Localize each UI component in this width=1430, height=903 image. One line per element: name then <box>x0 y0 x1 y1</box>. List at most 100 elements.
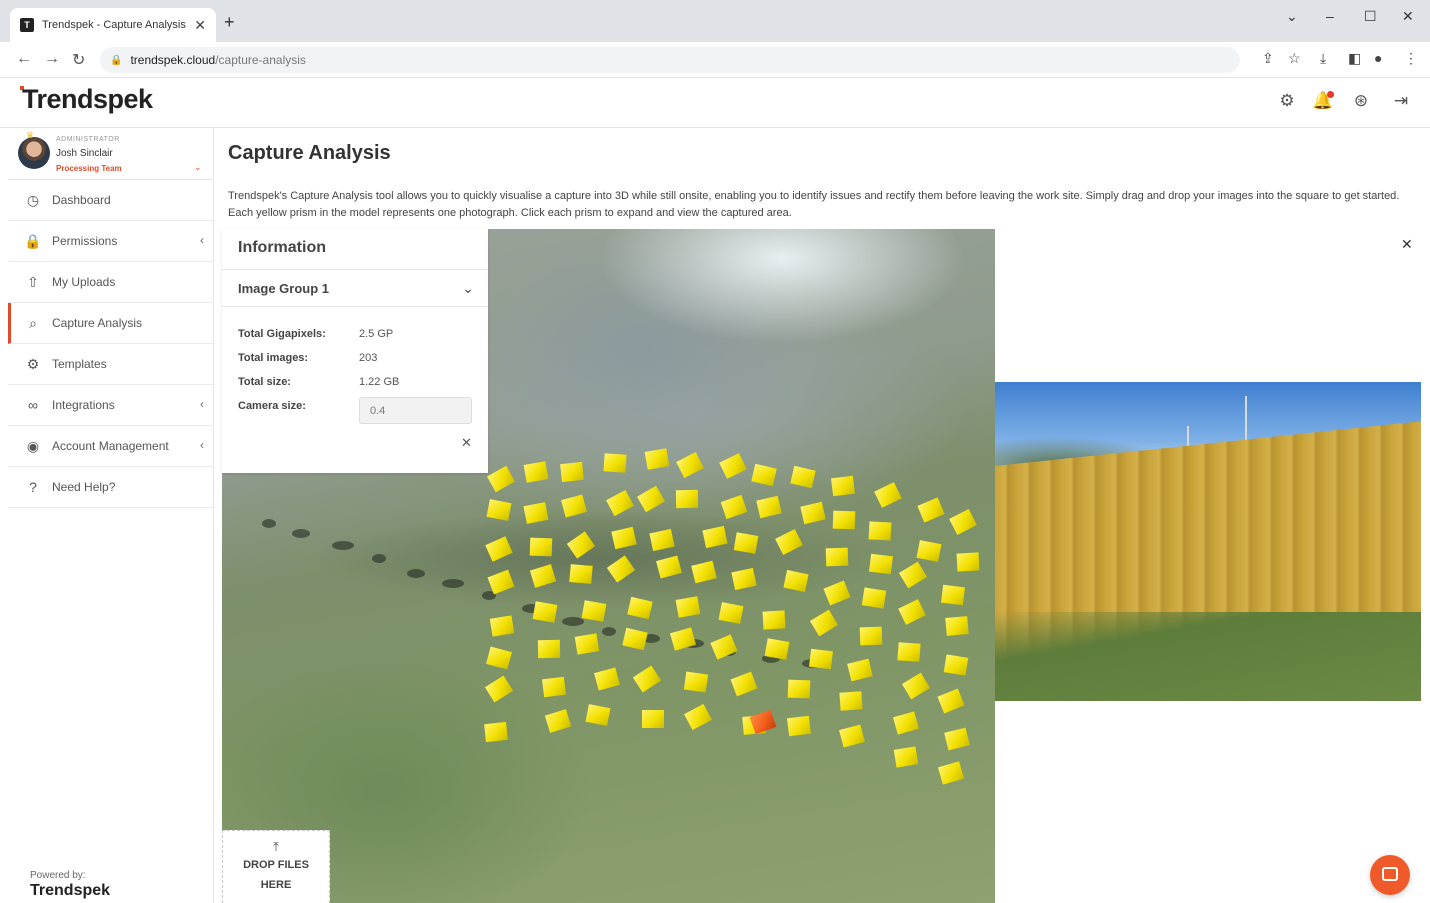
camera-prism[interactable] <box>486 646 513 670</box>
tab-search-icon[interactable]: ⌄ <box>1286 8 1298 25</box>
drop-files-zone[interactable]: ⤒ DROP FILES HERE <box>222 830 330 903</box>
browser-tab[interactable]: T Trendspek - Capture Analysis ✕ <box>10 8 216 42</box>
camera-prism[interactable] <box>733 532 759 554</box>
back-icon[interactable]: ← <box>16 50 32 68</box>
selected-camera-prism[interactable] <box>749 709 777 735</box>
bell-icon[interactable]: 🔔 <box>1312 90 1334 112</box>
forward-icon[interactable]: → <box>44 50 60 68</box>
camera-prism[interactable] <box>529 537 553 556</box>
sidebar-item-capture-analysis[interactable]: ⌕ Capture Analysis <box>8 303 214 344</box>
close-icon[interactable]: ✕ <box>1401 236 1413 253</box>
camera-prism[interactable] <box>641 709 664 728</box>
camera-prism[interactable] <box>944 616 969 636</box>
camera-prism[interactable] <box>943 654 968 676</box>
download-icon[interactable]: ⤓ <box>1320 50 1326 67</box>
camera-prism[interactable] <box>937 688 965 714</box>
image-group-accordion[interactable]: Image Group 1 ⌄ <box>222 269 488 307</box>
camera-prism[interactable] <box>808 648 833 670</box>
camera-prism[interactable] <box>861 587 887 610</box>
camera-size-input[interactable] <box>359 397 472 424</box>
camera-prism[interactable] <box>632 664 662 693</box>
url-field[interactable]: 🔒 trendspek.cloud /capture-analysis <box>100 47 1240 73</box>
camera-prism[interactable] <box>830 475 855 497</box>
camera-prism[interactable] <box>718 452 747 479</box>
chevron-down-icon[interactable]: ⌄ <box>462 280 474 297</box>
camera-prism[interactable] <box>893 746 918 768</box>
help-icon[interactable]: ⊛ <box>1350 90 1372 112</box>
camera-prism[interactable] <box>832 510 856 530</box>
logout-icon[interactable]: ⇥ <box>1390 90 1412 112</box>
chevron-down-icon[interactable]: ⌄ <box>194 162 202 173</box>
camera-prism[interactable] <box>859 626 883 646</box>
camera-prism[interactable] <box>675 452 704 479</box>
sidebar-item-permissions[interactable]: 🔒 Permissions ‹ <box>8 221 214 262</box>
camera-prism[interactable] <box>847 658 873 682</box>
camera-prism[interactable] <box>675 595 701 618</box>
camera-prism[interactable] <box>489 615 514 637</box>
side-panel-icon[interactable]: ◧ <box>1348 50 1361 67</box>
maximize-icon[interactable]: ☐ <box>1364 8 1377 25</box>
sidebar-item-need-help[interactable]: ? Need Help? <box>8 467 214 508</box>
sidebar-item-dashboard[interactable]: ◷ Dashboard <box>8 180 214 221</box>
camera-prism[interactable] <box>675 489 699 508</box>
tab-close-icon[interactable]: ✕ <box>194 17 206 34</box>
camera-prism[interactable] <box>483 722 508 743</box>
camera-prism[interactable] <box>944 727 971 751</box>
camera-prism[interactable] <box>603 453 627 473</box>
sidebar-item-integrations[interactable]: ∞ Integrations ‹ <box>8 385 214 426</box>
new-tab-icon[interactable]: + <box>224 12 235 33</box>
sidebar-item-label: Integrations <box>52 398 115 412</box>
reload-icon[interactable]: ↻ <box>72 50 85 70</box>
camera-prism[interactable] <box>938 761 965 785</box>
camera-prism[interactable] <box>542 676 567 698</box>
camera-prism[interactable] <box>916 539 942 562</box>
camera-prism[interactable] <box>868 521 892 541</box>
camera-prism[interactable] <box>896 642 921 662</box>
camera-prism[interactable] <box>786 716 811 737</box>
camera-prism[interactable] <box>787 679 811 699</box>
camera-prism[interactable] <box>581 600 607 623</box>
camera-prism[interactable] <box>574 633 600 655</box>
camera-prism[interactable] <box>544 709 571 734</box>
camera-prism[interactable] <box>940 584 965 606</box>
camera-prism[interactable] <box>683 703 712 730</box>
camera-prism[interactable] <box>825 547 849 567</box>
camera-prism[interactable] <box>622 628 648 651</box>
settings-icon[interactable]: ⚙ <box>1276 90 1298 112</box>
camera-prism[interactable] <box>764 638 790 660</box>
camera-prism[interactable] <box>730 672 758 697</box>
camera-prism[interactable] <box>683 671 708 693</box>
camera-prism[interactable] <box>869 553 894 575</box>
camera-prism[interactable] <box>893 711 920 735</box>
chat-launcher-button[interactable] <box>1370 855 1410 895</box>
camera-prism[interactable] <box>486 498 512 521</box>
bookmark-star-icon[interactable]: ☆ <box>1288 50 1301 67</box>
close-icon[interactable]: ✕ <box>461 435 472 451</box>
terrain-marker <box>442 579 464 588</box>
camera-prism[interactable] <box>839 691 863 711</box>
camera-prism[interactable] <box>783 569 809 592</box>
camera-prism[interactable] <box>568 564 593 584</box>
user-profile[interactable]: ♛ ADMINISTRATOR Josh Sinclair Processing… <box>8 128 214 180</box>
minimize-icon[interactable]: – <box>1326 8 1334 24</box>
camera-prism[interactable] <box>585 704 611 727</box>
camera-prism[interactable] <box>593 666 620 691</box>
camera-prism[interactable] <box>537 639 560 658</box>
sidebar-item-account-management[interactable]: ◉ Account Management ‹ <box>8 426 214 467</box>
camera-prism[interactable] <box>762 610 786 630</box>
camera-prism[interactable] <box>956 552 980 572</box>
sidebar-item-label: Permissions <box>52 234 118 248</box>
camera-prism[interactable] <box>901 672 930 700</box>
camera-prism[interactable] <box>484 675 513 703</box>
sidebar-item-templates[interactable]: ⚙ Templates <box>8 344 214 385</box>
camera-prism[interactable] <box>560 462 584 483</box>
share-icon[interactable]: ⇪ <box>1262 50 1274 67</box>
window-close-icon[interactable]: ✕ <box>1402 8 1414 25</box>
trendspek-logo[interactable]: Trendspek <box>22 84 153 115</box>
camera-prism[interactable] <box>838 724 865 748</box>
camera-prism[interactable] <box>718 601 744 624</box>
sidebar-item-my-uploads[interactable]: ⇧ My Uploads <box>8 262 214 303</box>
camera-prism[interactable] <box>644 448 670 471</box>
browser-menu-icon[interactable]: ⋮ <box>1404 50 1418 67</box>
profile-icon[interactable]: ● <box>1374 50 1382 66</box>
